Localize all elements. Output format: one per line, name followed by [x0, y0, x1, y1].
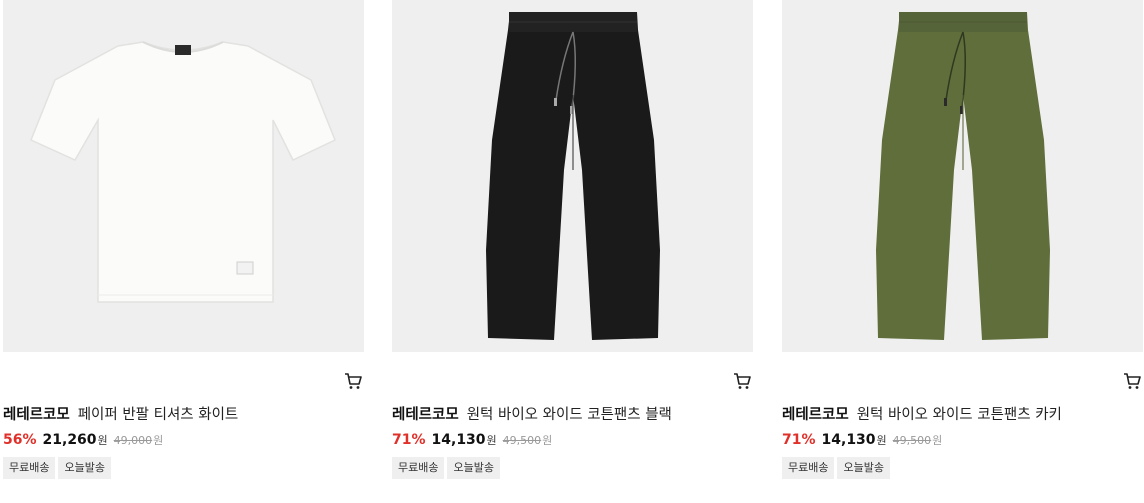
product-name[interactable]: 페이퍼 반팔 티셔츠 화이트 — [78, 407, 239, 423]
product-image-khaki-wide-pants[interactable] — [782, 0, 1143, 352]
original-price-unit: 원 — [932, 434, 943, 447]
price-unit: 원 — [97, 434, 108, 447]
sale-price: 14,130 — [821, 432, 876, 448]
original-price: 49,500 — [892, 434, 932, 447]
product-card[interactable]: 레테르코모 페이퍼 반팔 티셔츠 화이트 56% 21,260원 49,000원 무료… — [3, 0, 364, 479]
discount-rate: 71% — [392, 432, 426, 448]
product-image-white-tshirt[interactable] — [3, 0, 364, 352]
product-name[interactable]: 원턱 바이오 와이드 코튼팬츠 블랙 — [467, 407, 672, 423]
product-grid: 레테르코모 페이퍼 반팔 티셔츠 화이트 56% 21,260원 49,000원 무료… — [0, 0, 1144, 503]
sale-price: 21,260 — [42, 432, 97, 448]
price-row: 71% 14,130원 49,500원 — [782, 430, 942, 450]
product-title[interactable]: 레테르코모 페이퍼 반팔 티셔츠 화이트 — [3, 405, 238, 425]
brand-name[interactable]: 레테르코모 — [392, 407, 459, 423]
brand-name[interactable]: 레테르코모 — [3, 407, 70, 423]
product-name[interactable]: 원턱 바이오 와이드 코튼팬츠 카키 — [857, 407, 1062, 423]
product-title[interactable]: 레테르코모 원턱 바이오 와이드 코튼팬츠 카키 — [782, 405, 1062, 425]
tag-free-shipping: 무료배송 — [392, 457, 445, 479]
price-unit: 원 — [876, 434, 887, 447]
tag-free-shipping: 무료배송 — [782, 457, 835, 479]
tag-today-shipping: 오늘발송 — [837, 457, 890, 479]
tag-free-shipping: 무료배송 — [3, 457, 56, 479]
product-image-black-wide-pants[interactable] — [392, 0, 753, 352]
cart-icon[interactable] — [733, 372, 751, 390]
original-price: 49,500 — [502, 434, 542, 447]
tag-list: 무료배송 오늘발송 — [782, 456, 893, 479]
sale-price: 14,130 — [431, 432, 486, 448]
discount-rate: 71% — [782, 432, 816, 448]
product-card[interactable]: 레테르코모 원턱 바이오 와이드 코튼팬츠 블랙 71% 14,130원 49,500… — [392, 0, 753, 479]
product-card[interactable]: 레테르코모 원턱 바이오 와이드 코튼팬츠 카키 71% 14,130원 49,500… — [782, 0, 1143, 479]
brand-name[interactable]: 레테르코모 — [782, 407, 849, 423]
price-row: 56% 21,260원 49,000원 — [3, 430, 163, 450]
cart-icon[interactable] — [1123, 372, 1141, 390]
price-unit: 원 — [486, 434, 497, 447]
tag-today-shipping: 오늘발송 — [447, 457, 500, 479]
product-title[interactable]: 레테르코모 원턱 바이오 와이드 코튼팬츠 블랙 — [392, 405, 672, 425]
tag-today-shipping: 오늘발송 — [58, 457, 111, 479]
discount-rate: 56% — [3, 432, 37, 448]
original-price-unit: 원 — [153, 434, 164, 447]
tag-list: 무료배송 오늘발송 — [3, 456, 114, 479]
original-price: 49,000 — [113, 434, 153, 447]
cart-icon[interactable] — [344, 372, 362, 390]
original-price-unit: 원 — [542, 434, 553, 447]
tag-list: 무료배송 오늘발송 — [392, 456, 503, 479]
price-row: 71% 14,130원 49,500원 — [392, 430, 552, 450]
